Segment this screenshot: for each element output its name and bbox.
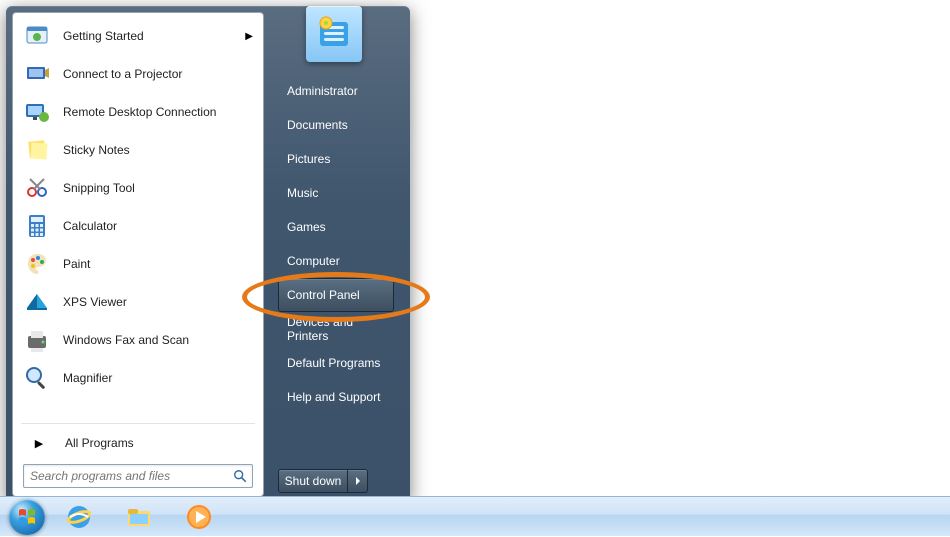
shutdown-label: Shut down [285,474,342,488]
calculator-icon [21,210,53,242]
pinned-item-remote-desktop[interactable]: Remote Desktop Connection [13,93,263,131]
pinned-item-label: Connect to a Projector [63,67,253,81]
places-item-label: Documents [287,118,348,132]
snipping-tool-icon [21,172,53,204]
places-item-label: Games [287,220,326,234]
shutdown-button[interactable]: Shut down [278,469,348,493]
all-programs-button[interactable]: ▶ All Programs [13,428,263,458]
taskbar-item-internet-explorer[interactable] [50,499,108,535]
places-item-label: Administrator [287,84,358,98]
projector-icon [21,58,53,90]
pinned-item-label: Paint [63,257,253,271]
places-item-devices-and-printers[interactable]: Devices and Printers [278,312,394,346]
pinned-item-fax-scan[interactable]: Windows Fax and Scan [13,321,263,359]
separator [21,423,255,424]
file-explorer-icon [124,502,154,532]
places-item-label: Computer [287,254,340,268]
pinned-item-label: XPS Viewer [63,295,253,309]
paint-icon [21,248,53,280]
magnifier-icon [21,362,53,394]
pinned-item-magnifier[interactable]: Magnifier [13,359,263,397]
pinned-item-snipping-tool[interactable]: Snipping Tool [13,169,263,207]
pinned-item-getting-started[interactable]: Getting Started▶ [13,17,263,55]
pinned-item-label: Remote Desktop Connection [63,105,253,119]
places-item-label: Music [287,186,318,200]
places-item-pictures[interactable]: Pictures [278,142,394,176]
pinned-item-calculator[interactable]: Calculator [13,207,263,245]
xps-viewer-icon [21,286,53,318]
search-area [13,458,263,488]
shutdown-options-button[interactable] [348,469,368,493]
shutdown-area: Shut down [278,469,394,493]
places-item-games[interactable]: Games [278,210,394,244]
pinned-item-label: Magnifier [63,371,253,385]
system-places-list: Administrator Documents Pictures Music Games… [278,74,394,469]
places-item-label: Pictures [287,152,330,166]
taskbar-pinned-area [48,499,228,535]
places-item-label: Devices and Printers [287,315,385,343]
user-tile-icon [314,14,354,54]
arrow-right-icon: ▶ [23,437,55,450]
pinned-item-paint[interactable]: Paint [13,245,263,283]
pinned-item-xps-viewer[interactable]: XPS Viewer [13,283,263,321]
places-item-control-panel[interactable]: Control Panel [278,278,394,312]
start-menu: Getting Started▶Connect to a ProjectorRe… [6,6,410,503]
windows-orb-icon [9,499,45,535]
fax-scan-icon [21,324,53,356]
remote-desktop-icon [21,96,53,128]
places-item-computer[interactable]: Computer [278,244,394,278]
places-item-label: Control Panel [287,288,360,302]
places-item-label: Default Programs [287,356,380,370]
places-item-label: Help and Support [287,390,380,404]
user-tile[interactable] [306,6,362,62]
places-item-documents[interactable]: Documents [278,108,394,142]
start-menu-right-pane: Administrator Documents Pictures Music Games… [264,12,404,497]
search-icon [228,469,252,483]
pinned-item-label: Getting Started [63,29,245,43]
pinned-programs-list: Getting Started▶ Connect to a Projector Re… [13,17,263,419]
pinned-item-sticky-notes[interactable]: Sticky Notes [13,131,263,169]
taskbar-item-file-explorer[interactable] [110,499,168,535]
pinned-item-label: Windows Fax and Scan [63,333,253,347]
pinned-item-label: Sticky Notes [63,143,253,157]
search-box[interactable] [23,464,253,488]
taskbar [0,496,950,536]
places-item-administrator[interactable]: Administrator [278,74,394,108]
search-input[interactable] [24,469,228,483]
pinned-item-label: Calculator [63,219,253,233]
taskbar-item-media-player[interactable] [170,499,228,535]
getting-started-icon [21,20,53,52]
start-menu-left-pane: Getting Started▶Connect to a ProjectorRe… [12,12,264,497]
submenu-arrow-icon: ▶ [245,31,253,42]
arrow-right-icon [354,477,362,485]
start-button[interactable] [6,497,48,537]
places-item-music[interactable]: Music [278,176,394,210]
places-item-help-and-support[interactable]: Help and Support [278,380,394,414]
all-programs-label: All Programs [65,436,134,450]
pinned-item-label: Snipping Tool [63,181,253,195]
pinned-item-projector[interactable]: Connect to a Projector [13,55,263,93]
media-player-icon [184,502,214,532]
sticky-notes-icon [21,134,53,166]
internet-explorer-icon [64,502,94,532]
places-item-default-programs[interactable]: Default Programs [278,346,394,380]
